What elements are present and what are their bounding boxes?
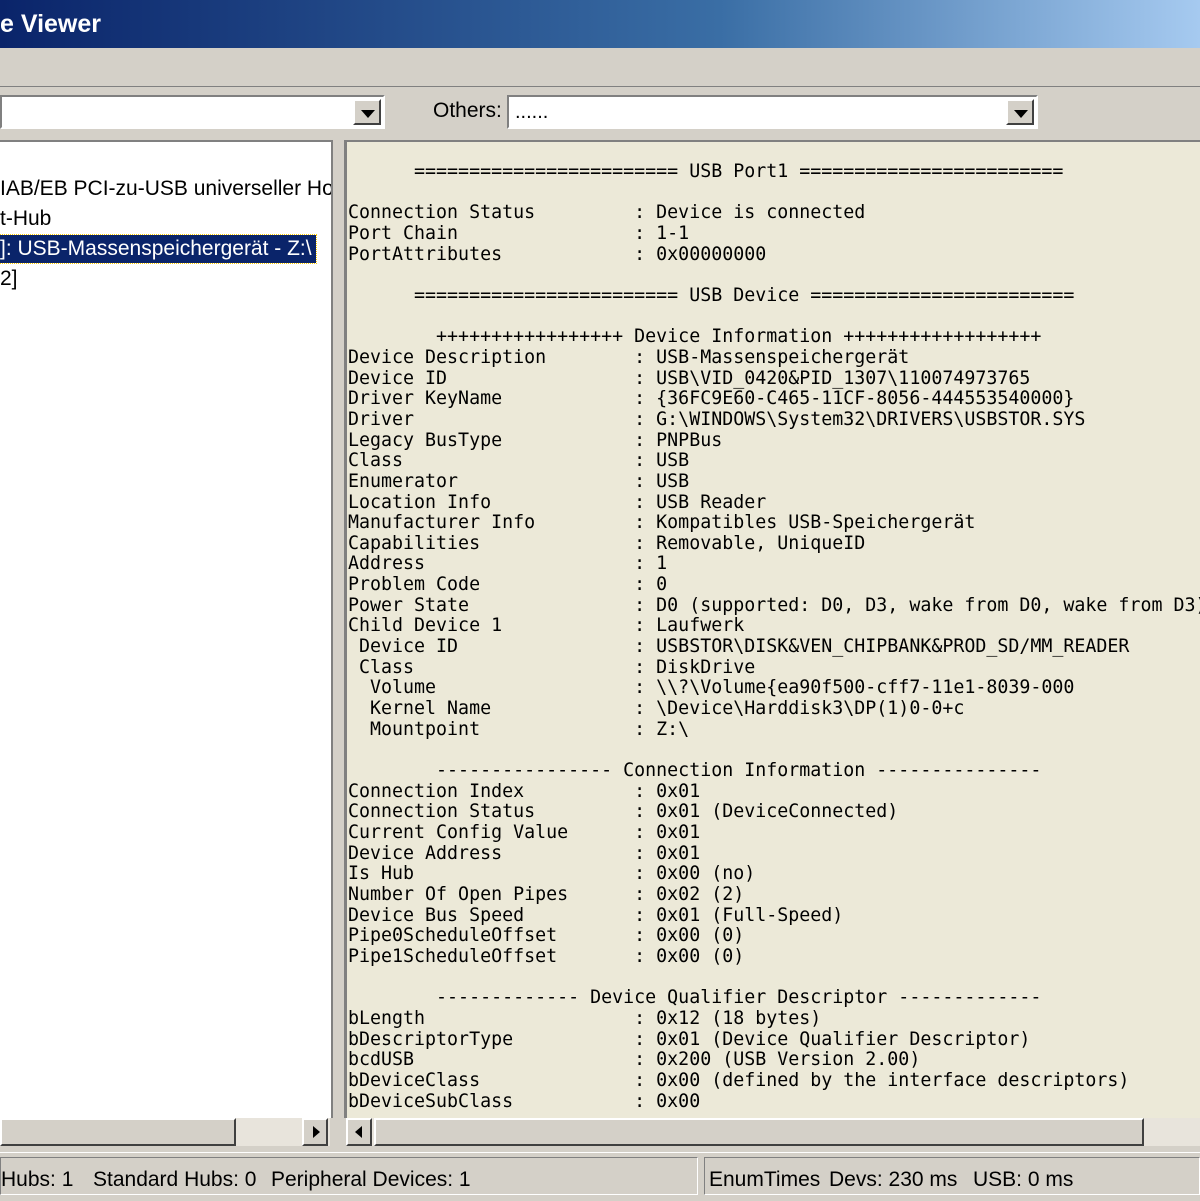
scroll-thumb[interactable] (0, 1118, 236, 1146)
status-hubs: Hubs: 1 (1, 1168, 74, 1191)
tree-horizontal-scrollbar[interactable] (0, 1118, 330, 1146)
tree-item-label: ]: USB-Massenspeichergerät - Z:\ (0, 237, 312, 260)
tree-item-label: t-Hub (0, 207, 52, 230)
tree-item-mass-storage[interactable]: ]: USB-Massenspeichergerät - Z:\ (0, 234, 317, 264)
status-peripheral-devices: Peripheral Devices: 1 (271, 1168, 471, 1191)
status-pane-counts: Hubs: 1 Standard Hubs: 0 Peripheral Devi… (0, 1157, 698, 1195)
tree-item-root-hub[interactable]: t-Hub (0, 205, 51, 233)
chevron-down-icon[interactable] (353, 99, 381, 125)
status-pane-times: EnumTimes Devs: 230 ms USB: 0 ms (704, 1157, 1200, 1195)
menu-bar (0, 48, 1200, 87)
status-standard-hubs: Standard Hubs: 0 (93, 1168, 257, 1191)
tree-item-port-2[interactable]: 2] (0, 265, 18, 293)
scroll-left-arrow-icon[interactable] (346, 1118, 372, 1146)
details-horizontal-scrollbar[interactable] (346, 1118, 1200, 1146)
status-enum-times: EnumTimes (709, 1168, 821, 1191)
others-label: Others: (433, 99, 502, 122)
status-usb-time: USB: 0 ms (973, 1168, 1074, 1191)
window-title: e Viewer (0, 10, 102, 38)
chevron-down-icon[interactable] (1006, 99, 1034, 125)
status-devs-time: Devs: 230 ms (829, 1168, 958, 1191)
scroll-right-arrow-icon[interactable] (302, 1118, 328, 1146)
tree-item-host-controller[interactable]: IAB/EB PCI-zu-USB universeller Host (0, 175, 333, 203)
device-filter-combo[interactable] (0, 95, 385, 129)
others-value: ...... (515, 101, 549, 123)
device-details-text: ======================== USB Port1 =====… (348, 161, 1200, 1112)
device-details-panel[interactable]: ======================== USB Port1 =====… (344, 140, 1200, 1118)
status-bar: Hubs: 1 Standard Hubs: 0 Peripheral Devi… (0, 1152, 1200, 1201)
tree-item-label: 2] (0, 267, 18, 290)
device-tree[interactable]: IAB/EB PCI-zu-USB universeller Host t-Hu… (0, 140, 333, 1118)
scroll-thumb[interactable] (374, 1118, 1144, 1146)
title-bar[interactable]: e Viewer (0, 0, 1200, 48)
others-combo[interactable]: ...... (507, 95, 1038, 129)
tree-item-label: IAB/EB PCI-zu-USB universeller Host (0, 177, 333, 200)
